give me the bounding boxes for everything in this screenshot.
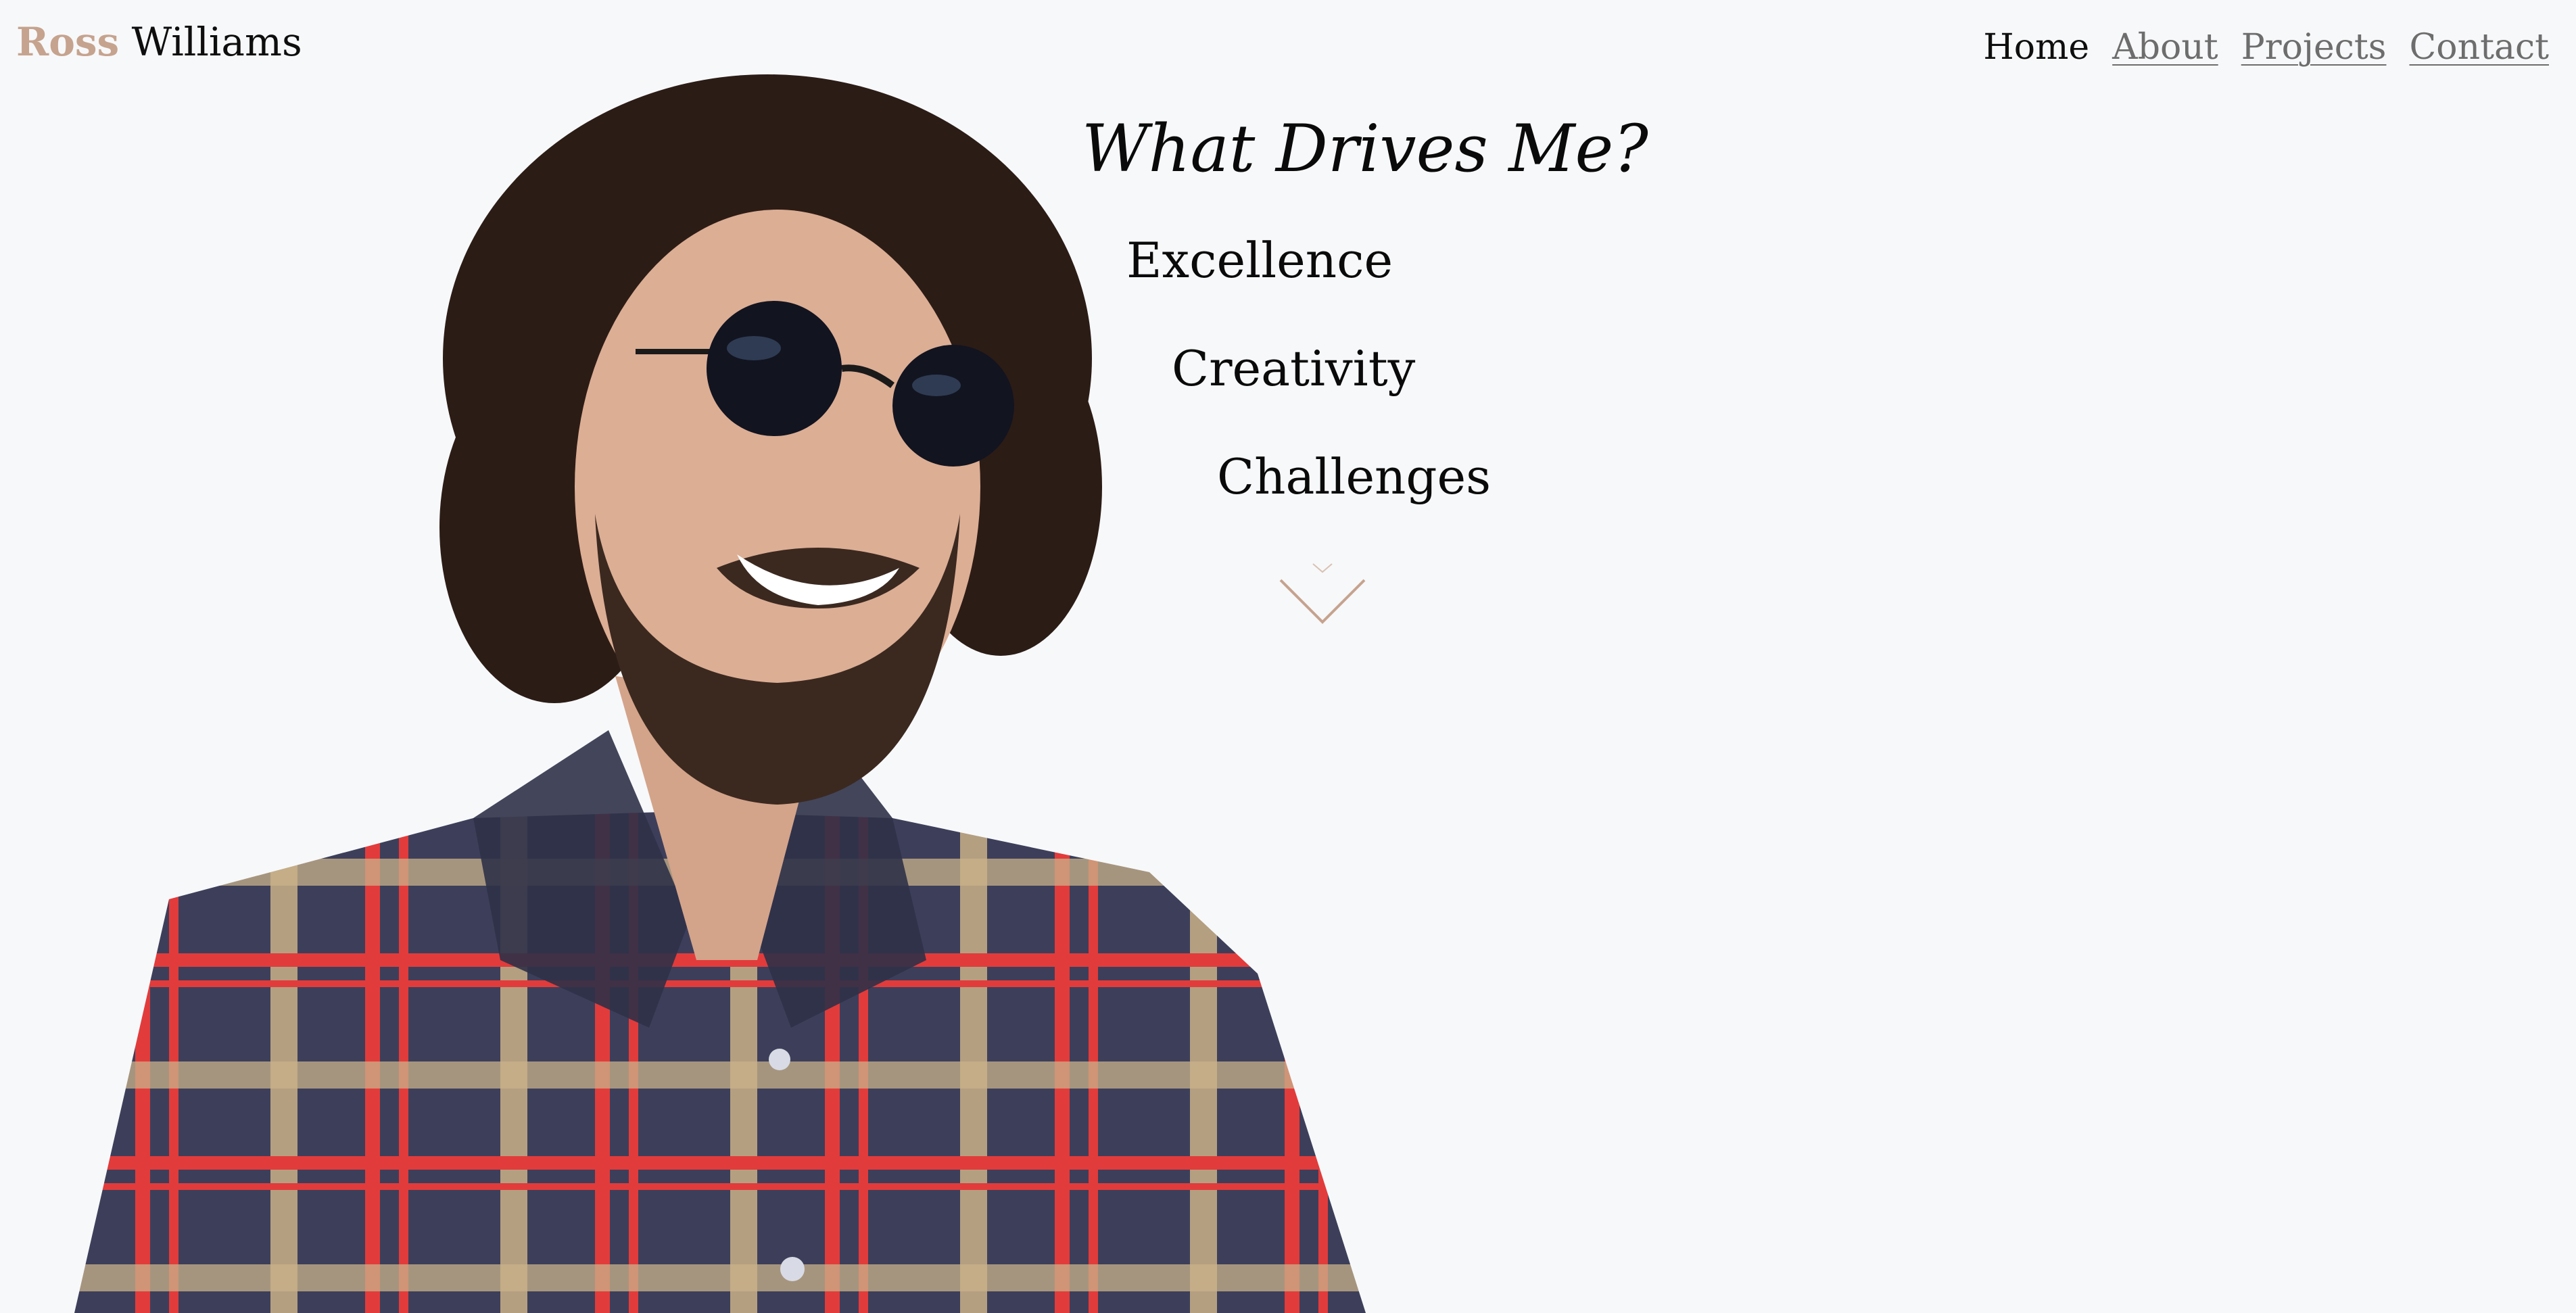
nav-home-link[interactable]: Home (1983, 22, 2089, 73)
page: Ross Williams Home About Projects Contac… (0, 0, 2576, 1313)
chevron-down-icon[interactable] (1278, 561, 1367, 629)
nav-contact-link[interactable]: Contact (2409, 22, 2549, 73)
shirt-button (769, 1049, 790, 1070)
value-excellence: Excellence (1126, 232, 1393, 289)
shirt-button (780, 1257, 805, 1281)
main-nav: Home About Projects Contact (1983, 22, 2549, 73)
brand-last-name: Williams (131, 19, 302, 65)
value-challenges: Challenges (1217, 448, 1492, 505)
nav-about-link[interactable]: About (2112, 22, 2218, 73)
brand-first-name: Ross (16, 19, 120, 65)
value-creativity: Creativity (1172, 340, 1416, 397)
hero-title: What Drives Me? (1082, 111, 1648, 187)
nav-projects-link[interactable]: Projects (2241, 22, 2387, 73)
portrait-image (74, 74, 1366, 1313)
brand-logo[interactable]: Ross Williams (16, 16, 302, 68)
